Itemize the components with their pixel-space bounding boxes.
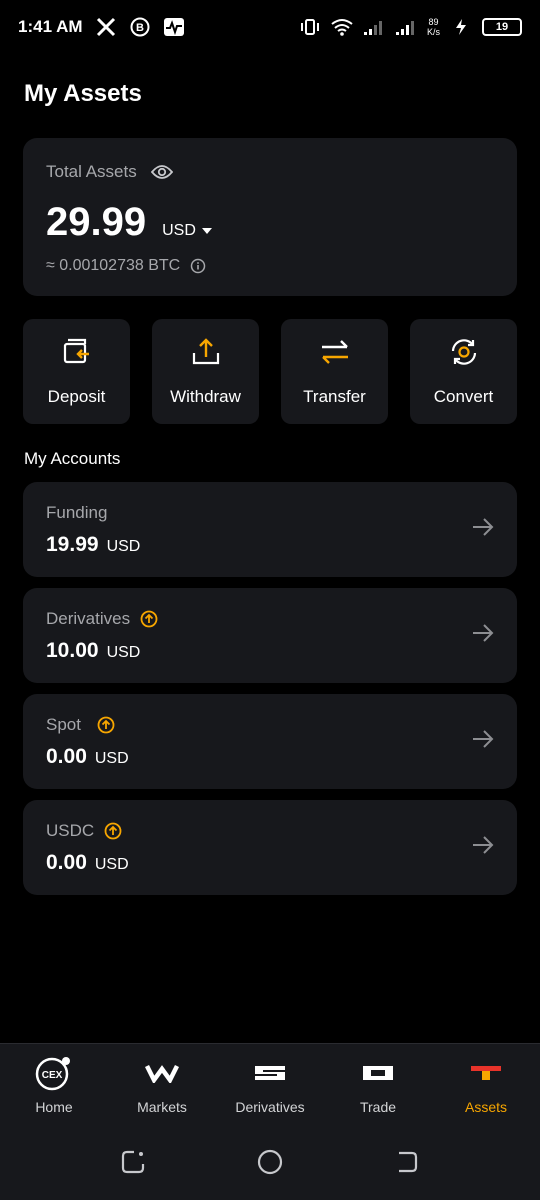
- account-spot[interactable]: Spot 0.00 USD: [23, 694, 517, 789]
- svg-text:B: B: [136, 22, 144, 34]
- account-amount: 0.00: [46, 850, 87, 874]
- nav-home[interactable]: CEX Home: [0, 1044, 108, 1128]
- upgrade-icon: [104, 822, 122, 840]
- upgrade-icon: [140, 610, 158, 628]
- system-navigation-bar: [0, 1128, 540, 1200]
- account-currency: USD: [94, 749, 129, 767]
- caret-down-icon: [201, 222, 212, 240]
- nav-assets[interactable]: Assets: [432, 1044, 540, 1128]
- page-title: My Assets: [24, 80, 142, 107]
- signal-icon-2: [395, 16, 417, 38]
- arrow-right-icon: [472, 729, 494, 754]
- bybit-notification-icon: B: [129, 16, 151, 38]
- convert-button[interactable]: Convert: [410, 319, 517, 424]
- back-button[interactable]: [394, 1149, 420, 1180]
- markets-icon: [145, 1057, 179, 1089]
- nav-derivatives-label: Derivatives: [235, 1099, 305, 1115]
- transfer-button[interactable]: Transfer: [281, 319, 388, 424]
- nav-trade[interactable]: Trade: [324, 1044, 432, 1128]
- account-amount: 10.00: [46, 638, 99, 662]
- nav-assets-label: Assets: [464, 1099, 507, 1115]
- status-bar: 1:41 AM B 89 K/s 19: [0, 0, 540, 54]
- account-currency: USD: [106, 537, 141, 555]
- account-currency: USD: [94, 855, 129, 873]
- trade-icon: [361, 1057, 395, 1089]
- assets-icon: [469, 1057, 503, 1089]
- quick-actions: Deposit Withdraw Transfer Convert: [23, 319, 517, 424]
- x-app-icon: [95, 16, 117, 38]
- wifi-icon: [331, 16, 353, 38]
- svg-text:CEX: CEX: [42, 1070, 63, 1081]
- account-amount: 19.99: [46, 532, 99, 556]
- nav-derivatives[interactable]: Derivatives: [216, 1044, 324, 1128]
- nav-markets[interactable]: Markets: [108, 1044, 216, 1128]
- currency-selector[interactable]: USD: [162, 222, 212, 240]
- btc-equivalent: ≈ 0.00102738 BTC: [46, 257, 181, 274]
- bottom-nav: CEX Home Markets Derivatives Trade Asset…: [0, 1043, 540, 1128]
- transfer-icon: [319, 336, 351, 373]
- nav-markets-label: Markets: [137, 1099, 187, 1115]
- account-name: USDC: [46, 820, 95, 840]
- home-icon: CEX: [35, 1057, 73, 1091]
- convert-label: Convert: [433, 387, 494, 406]
- arrow-right-icon: [472, 517, 494, 542]
- withdraw-label: Withdraw: [170, 387, 241, 406]
- convert-icon: [448, 336, 480, 373]
- account-derivatives[interactable]: Derivatives 10.00 USD: [23, 588, 517, 683]
- signal-icon-1: [363, 16, 385, 38]
- total-assets-card: Total Assets 29.99 USD ≈ 0.00102738 BTC: [23, 138, 517, 296]
- account-funding[interactable]: Funding 19.99 USD: [23, 482, 517, 577]
- account-currency: USD: [106, 643, 141, 661]
- arrow-right-icon: [472, 623, 494, 648]
- my-accounts-heading: My Accounts: [24, 449, 121, 468]
- nav-trade-label: Trade: [359, 1099, 397, 1115]
- battery-indicator: 19: [482, 18, 522, 36]
- withdraw-icon: [190, 336, 222, 373]
- network-speed: 89 K/s: [426, 17, 440, 37]
- derivatives-icon: [253, 1057, 287, 1089]
- eye-icon[interactable]: [150, 164, 173, 180]
- account-name: Funding: [46, 502, 108, 522]
- info-icon[interactable]: [190, 258, 206, 274]
- recents-button[interactable]: [120, 1149, 146, 1180]
- total-amount: 29.99: [46, 200, 147, 244]
- account-name: Derivatives: [46, 608, 131, 628]
- account-usdc[interactable]: USDC 0.00 USD: [23, 800, 517, 895]
- account-name: Spot: [46, 714, 81, 734]
- upgrade-icon: [97, 716, 115, 734]
- deposit-label: Deposit: [47, 387, 106, 406]
- deposit-icon: [61, 336, 93, 373]
- deposit-button[interactable]: Deposit: [23, 319, 130, 424]
- home-button[interactable]: [256, 1148, 284, 1181]
- transfer-label: Transfer: [303, 387, 366, 406]
- total-assets-label: Total Assets: [46, 162, 137, 181]
- status-time: 1:41 AM: [18, 17, 83, 36]
- charging-icon: [450, 16, 472, 38]
- withdraw-button[interactable]: Withdraw: [152, 319, 259, 424]
- arrow-right-icon: [472, 835, 494, 860]
- account-amount: 0.00: [46, 744, 87, 768]
- vibrate-icon: [299, 16, 321, 38]
- nav-home-label: Home: [35, 1099, 73, 1115]
- currency-label: USD: [162, 222, 196, 239]
- activity-icon: [163, 16, 185, 38]
